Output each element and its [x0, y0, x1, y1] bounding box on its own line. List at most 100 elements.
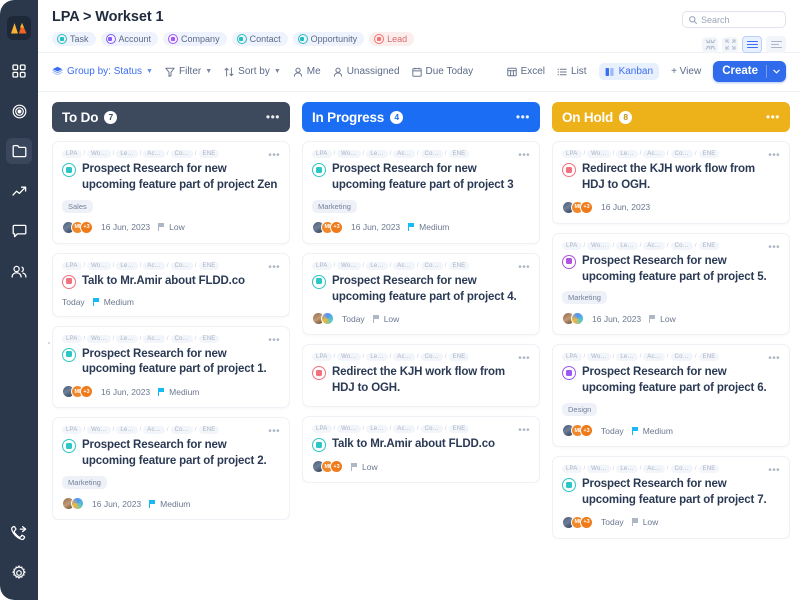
- chip-task[interactable]: Task: [52, 32, 96, 46]
- breadcrumb-item[interactable]: Co…: [170, 334, 193, 343]
- breadcrumb-item[interactable]: Wo…: [587, 353, 611, 362]
- kanban-card[interactable]: LPA / Wo… / Le… / Ac… / Co… / ENE ••• Talk to Mr.Ami…: [52, 252, 290, 317]
- breadcrumb-item[interactable]: LPA: [562, 241, 582, 250]
- breadcrumb-item[interactable]: ENE: [448, 425, 470, 434]
- breadcrumb-item[interactable]: ENE: [448, 261, 470, 270]
- column-header[interactable]: On Hold 8 •••: [552, 102, 790, 132]
- breadcrumb-item[interactable]: LPA: [62, 261, 82, 270]
- breadcrumb-item[interactable]: Ac…: [143, 426, 165, 435]
- kanban-card[interactable]: LPA / Wo… / Le… / Ac… / Co… / ENE ••• Prospect Resea…: [52, 417, 290, 521]
- breadcrumb-item[interactable]: Co…: [420, 261, 443, 270]
- breadcrumb-item[interactable]: Le…: [616, 465, 638, 474]
- breadcrumb-item[interactable]: Wo…: [337, 353, 361, 362]
- breadcrumb-item[interactable]: Le…: [366, 261, 388, 270]
- mountains-logo[interactable]: [7, 16, 31, 40]
- list-view-button[interactable]: List: [557, 66, 587, 77]
- sort-by-button[interactable]: Sort by ▼: [224, 66, 281, 77]
- breadcrumb-item[interactable]: Ac…: [143, 261, 165, 270]
- breadcrumb-item[interactable]: LPA: [562, 465, 582, 474]
- breadcrumb-item[interactable]: Wo…: [87, 150, 111, 158]
- breadcrumb-item[interactable]: LPA: [62, 426, 82, 435]
- breadcrumb-item[interactable]: Le…: [116, 426, 138, 435]
- create-button[interactable]: Create: [713, 61, 786, 82]
- breadcrumb-item[interactable]: ENE: [198, 334, 220, 343]
- card-menu-button[interactable]: •••: [768, 354, 780, 364]
- column-header[interactable]: In Progress 4 •••: [302, 102, 540, 132]
- breadcrumb-item[interactable]: LPA: [312, 353, 332, 362]
- breadcrumb-item[interactable]: Ac…: [393, 425, 415, 434]
- breadcrumb-item[interactable]: ENE: [448, 353, 470, 362]
- card-menu-button[interactable]: •••: [518, 151, 530, 161]
- collapse-view-button[interactable]: [702, 36, 718, 53]
- comfortable-density-button[interactable]: [742, 36, 762, 53]
- avatar-overflow-count[interactable]: +3: [330, 220, 343, 234]
- breadcrumb-item[interactable]: LPA: [62, 150, 82, 158]
- card-menu-button[interactable]: •••: [768, 466, 780, 476]
- sidebar-item-dashboard[interactable]: [6, 58, 32, 84]
- avatar[interactable]: [71, 497, 84, 511]
- card-tag[interactable]: Marketing: [62, 476, 107, 490]
- breadcrumb-item[interactable]: LPA: [312, 150, 332, 158]
- expand-view-button[interactable]: [722, 36, 738, 53]
- breadcrumb-item[interactable]: Ac…: [143, 334, 165, 343]
- breadcrumb-item[interactable]: Wo…: [87, 334, 111, 343]
- kanban-card[interactable]: LPA / Wo… / Le… / Ac… / Co… / ENE ••• Prospect Resea…: [52, 141, 290, 244]
- breadcrumb-item[interactable]: ENE: [198, 426, 220, 435]
- breadcrumb-item[interactable]: Le…: [366, 353, 388, 362]
- card-menu-button[interactable]: •••: [518, 426, 530, 436]
- breadcrumb-item[interactable]: Ac…: [393, 353, 415, 362]
- sidebar-item-analytics[interactable]: [6, 178, 32, 204]
- kanban-card[interactable]: LPA / Wo… / Le… / Ac… / Co… / ENE ••• Prospect Resea…: [552, 232, 790, 336]
- card-menu-button[interactable]: •••: [518, 354, 530, 364]
- avatar[interactable]: [571, 312, 584, 326]
- breadcrumb-item[interactable]: Co…: [170, 150, 193, 158]
- breadcrumb-item[interactable]: Wo…: [337, 261, 361, 270]
- breadcrumb-item[interactable]: Wo…: [87, 261, 111, 270]
- breadcrumb-item[interactable]: Ac…: [643, 241, 665, 250]
- breadcrumb-item[interactable]: LPA: [312, 425, 332, 434]
- kanban-card[interactable]: LPA / Wo… / Le… / Ac… / Co… / ENE ••• Redirect the K…: [302, 344, 540, 408]
- unassigned-filter-button[interactable]: Unassigned: [333, 66, 400, 77]
- sidebar-item-calls[interactable]: [6, 520, 32, 546]
- breadcrumb-item[interactable]: ENE: [198, 150, 220, 158]
- breadcrumb-item[interactable]: Co…: [170, 261, 193, 270]
- card-menu-button[interactable]: •••: [268, 427, 280, 437]
- breadcrumb-item[interactable]: ENE: [698, 241, 720, 250]
- breadcrumb-item[interactable]: Wo…: [587, 241, 611, 250]
- breadcrumb-item[interactable]: Le…: [616, 353, 638, 362]
- breadcrumb-item[interactable]: Wo…: [87, 426, 111, 435]
- chip-company[interactable]: Company: [163, 32, 227, 46]
- breadcrumb-item[interactable]: ENE: [198, 261, 220, 270]
- group-by-button[interactable]: Group by: Status ▼: [52, 66, 153, 77]
- sidebar-item-settings[interactable]: [6, 560, 32, 586]
- column-menu-button[interactable]: •••: [766, 111, 780, 123]
- avatar-overflow-count[interactable]: +3: [580, 424, 593, 438]
- avatar-overflow-count[interactable]: +3: [330, 460, 343, 474]
- kanban-card[interactable]: LPA / Wo… / Le… / Ac… / Co… / ENE ••• Prospect Resea…: [552, 344, 790, 448]
- sidebar-item-files[interactable]: [6, 138, 32, 164]
- breadcrumb-item[interactable]: Wo…: [587, 150, 611, 158]
- breadcrumb-item[interactable]: Le…: [116, 150, 138, 158]
- breadcrumb-item[interactable]: Co…: [670, 241, 693, 250]
- chip-contact[interactable]: Contact: [231, 32, 288, 46]
- sidebar-item-contacts[interactable]: [6, 258, 32, 284]
- compact-density-button[interactable]: [766, 36, 786, 53]
- breadcrumb-item[interactable]: Le…: [366, 425, 388, 434]
- breadcrumb-item[interactable]: ENE: [698, 353, 720, 362]
- breadcrumb-item[interactable]: Co…: [170, 426, 193, 435]
- card-menu-button[interactable]: •••: [768, 151, 780, 161]
- sidebar-item-messages[interactable]: [6, 218, 32, 244]
- breadcrumb-item[interactable]: Wo…: [587, 465, 611, 474]
- breadcrumb-item[interactable]: Wo…: [337, 150, 361, 158]
- kanban-view-button[interactable]: Kanban: [598, 63, 660, 80]
- card-menu-button[interactable]: •••: [268, 151, 280, 161]
- search-input[interactable]: Search: [682, 11, 786, 28]
- breadcrumb-item[interactable]: LPA: [562, 353, 582, 362]
- card-tag[interactable]: Design: [562, 403, 598, 417]
- breadcrumb-item[interactable]: Le…: [116, 334, 138, 343]
- breadcrumb-item[interactable]: Le…: [616, 241, 638, 250]
- create-dropdown-caret[interactable]: [767, 61, 786, 82]
- breadcrumb-item[interactable]: Co…: [420, 425, 443, 434]
- breadcrumb-item[interactable]: Ac…: [143, 150, 165, 158]
- kanban-card[interactable]: LPA / Wo… / Le… / Ac… / Co… / ENE ••• Talk to Mr.Ami…: [302, 416, 540, 484]
